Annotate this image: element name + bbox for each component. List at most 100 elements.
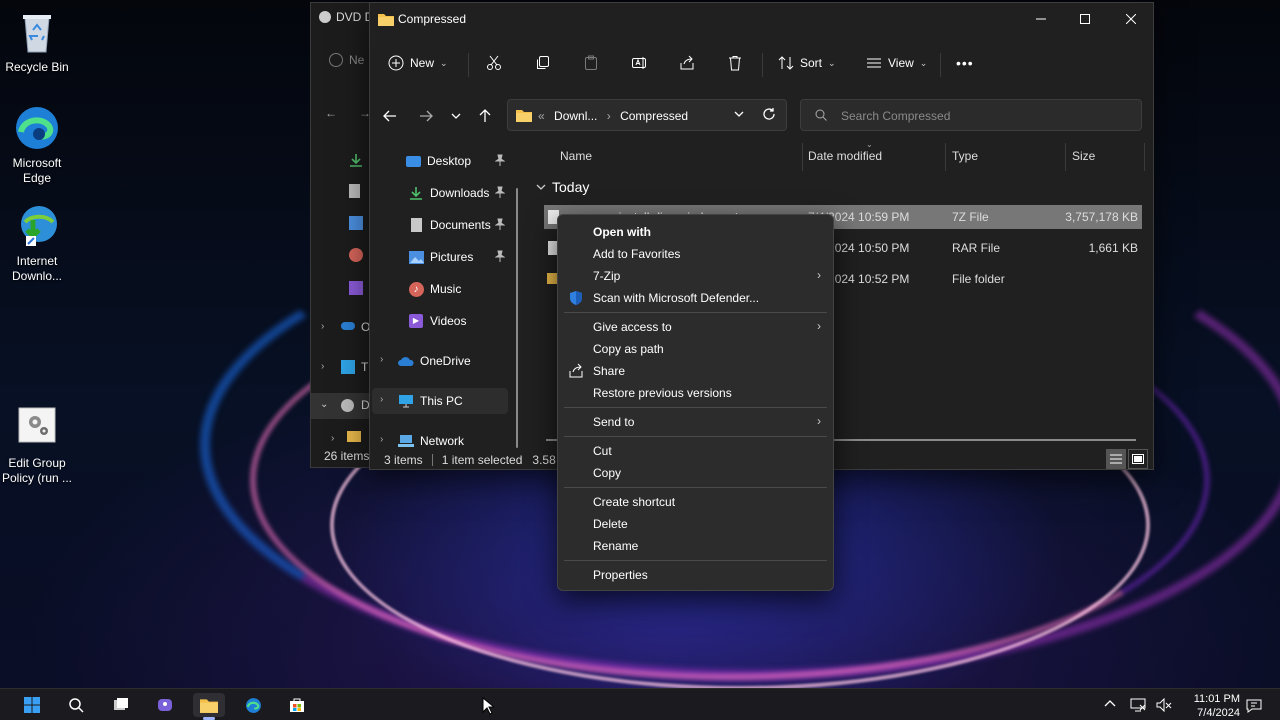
menu-item-properties[interactable]: Properties bbox=[558, 564, 833, 586]
maximize-button[interactable] bbox=[1062, 3, 1108, 35]
desktop-icon-internet-download-manager[interactable]: Internet Downlo... bbox=[0, 202, 74, 284]
up-button[interactable] bbox=[473, 105, 497, 127]
file-explorer-taskbar-button[interactable] bbox=[193, 693, 225, 720]
search-box[interactable]: Search Compressed bbox=[800, 99, 1142, 131]
forward-button[interactable] bbox=[414, 105, 438, 127]
details-view-button[interactable] bbox=[1106, 449, 1126, 469]
edge-taskbar-button[interactable] bbox=[237, 693, 269, 717]
arrow-left-icon bbox=[383, 110, 396, 122]
nav-item-desktop[interactable]: Desktop bbox=[405, 148, 515, 174]
menu-item-scan-defender[interactable]: Scan with Microsoft Defender... bbox=[558, 287, 833, 309]
share-button[interactable] bbox=[679, 51, 695, 75]
store-taskbar-button[interactable] bbox=[281, 693, 313, 717]
menu-item-cut[interactable]: Cut bbox=[558, 440, 833, 462]
background-explorer-window[interactable]: DVD D Ne ← → › O › T ⌄ D › 26 items bbox=[310, 2, 373, 468]
column-header-size[interactable]: Size bbox=[1072, 149, 1095, 163]
minimize-button[interactable] bbox=[1018, 3, 1064, 35]
search-button[interactable] bbox=[60, 693, 92, 717]
window-title: Compressed bbox=[398, 12, 467, 26]
chevron-right-icon: › bbox=[817, 319, 821, 333]
back-button[interactable] bbox=[378, 105, 402, 127]
notifications-icon[interactable] bbox=[1246, 698, 1262, 713]
chevron-right-icon[interactable]: › bbox=[380, 434, 383, 445]
desktop-icon-recycle-bin[interactable]: Recycle Bin bbox=[0, 8, 74, 75]
menu-item-rename[interactable]: Rename bbox=[558, 535, 833, 557]
nav-item-downloads[interactable]: Downloads bbox=[408, 180, 515, 206]
chevron-right-icon[interactable]: › bbox=[331, 433, 334, 444]
refresh-button[interactable] bbox=[762, 107, 776, 124]
nav-item-pictures[interactable]: Pictures bbox=[408, 244, 515, 270]
system-clock[interactable]: 11:01 PM 7/4/2024 bbox=[1180, 692, 1240, 720]
menu-item-restore-versions[interactable]: Restore previous versions bbox=[558, 382, 833, 404]
chevron-right-icon[interactable]: › bbox=[321, 361, 324, 372]
task-view-button[interactable] bbox=[105, 693, 137, 717]
group-header-today[interactable]: Today bbox=[536, 179, 589, 195]
nav-item-network[interactable]: Network bbox=[398, 428, 515, 454]
tiles-view-icon bbox=[1132, 454, 1144, 464]
pictures-icon bbox=[408, 249, 424, 265]
view-button[interactable]: View ⌄ bbox=[866, 51, 927, 75]
column-header-date[interactable]: Date modified bbox=[808, 149, 882, 163]
column-divider[interactable] bbox=[1144, 143, 1145, 171]
close-button[interactable] bbox=[1108, 3, 1154, 35]
menu-item-delete[interactable]: Delete bbox=[558, 513, 833, 535]
new-button[interactable]: New ⌄ bbox=[388, 51, 448, 75]
chevron-right-icon[interactable]: › bbox=[321, 321, 324, 332]
tiles-view-button[interactable] bbox=[1128, 449, 1148, 469]
menu-item-label: Add to Favorites bbox=[593, 247, 681, 261]
menu-item-give-access[interactable]: Give access to › bbox=[558, 316, 833, 338]
nav-item-videos[interactable]: ▶ Videos bbox=[408, 308, 515, 334]
start-button[interactable] bbox=[16, 693, 48, 717]
menu-item-create-shortcut[interactable]: Create shortcut bbox=[558, 491, 833, 513]
background-new-button[interactable]: Ne bbox=[329, 53, 364, 67]
chevron-down-icon: ⌄ bbox=[320, 399, 329, 410]
dvd-drive-icon bbox=[341, 399, 354, 412]
more-options-button[interactable]: ••• bbox=[956, 51, 974, 75]
breadcrumb-overflow[interactable]: « bbox=[538, 109, 545, 123]
menu-item-add-to-favorites[interactable]: Add to Favorites bbox=[558, 243, 833, 265]
column-header-name[interactable]: Name bbox=[560, 149, 592, 163]
background-back-icon[interactable]: ← bbox=[325, 106, 337, 120]
chat-button[interactable] bbox=[149, 693, 181, 717]
rename-button[interactable] bbox=[631, 51, 647, 75]
menu-item-7zip[interactable]: 7-Zip › bbox=[558, 265, 833, 287]
menu-item-label: Delete bbox=[593, 517, 628, 531]
volume-muted-icon[interactable] bbox=[1156, 698, 1172, 712]
sort-button[interactable]: Sort ⌄ bbox=[778, 51, 836, 75]
background-nav-selected[interactable]: ⌄ D bbox=[311, 393, 373, 419]
this-pc-icon bbox=[398, 393, 414, 409]
nav-item-onedrive[interactable]: OneDrive bbox=[398, 348, 515, 374]
nav-item-label: This PC bbox=[420, 394, 463, 408]
cut-button[interactable] bbox=[486, 51, 502, 75]
column-header-type[interactable]: Type bbox=[952, 149, 978, 163]
chevron-down-icon: ⌄ bbox=[919, 57, 928, 68]
delete-button[interactable] bbox=[727, 51, 743, 75]
breadcrumb-current[interactable]: Compressed bbox=[620, 109, 688, 123]
menu-item-share[interactable]: Share bbox=[558, 360, 833, 382]
column-divider[interactable] bbox=[1065, 143, 1066, 171]
menu-item-copy[interactable]: Copy bbox=[558, 462, 833, 484]
internet-download-manager-icon bbox=[13, 202, 61, 250]
menu-item-copy-as-path[interactable]: Copy as path bbox=[558, 338, 833, 360]
chevron-up-icon[interactable] bbox=[1104, 699, 1116, 707]
recent-locations-button[interactable] bbox=[444, 105, 468, 127]
column-divider[interactable] bbox=[802, 143, 803, 171]
copy-button[interactable] bbox=[535, 51, 551, 75]
menu-separator bbox=[564, 436, 827, 437]
chevron-right-icon[interactable]: › bbox=[380, 354, 383, 365]
breadcrumb-parent[interactable]: Downl... bbox=[554, 109, 597, 123]
desktop-icon-edge[interactable]: Microsoft Edge bbox=[0, 104, 74, 186]
nav-item-music[interactable]: ♪ Music bbox=[408, 276, 515, 302]
navigation-pane-scrollbar[interactable] bbox=[516, 188, 518, 448]
desktop-icon-group-policy[interactable]: Edit Group Policy (run ... bbox=[0, 404, 74, 486]
address-bar[interactable]: « Downl... › Compressed bbox=[507, 99, 787, 131]
network-status-icon[interactable] bbox=[1130, 698, 1146, 712]
menu-item-open-with[interactable]: Open with bbox=[558, 221, 833, 243]
title-bar[interactable]: Compressed bbox=[370, 3, 1153, 35]
nav-item-documents[interactable]: Documents bbox=[408, 212, 515, 238]
address-dropdown-button[interactable] bbox=[733, 108, 745, 123]
menu-item-send-to[interactable]: Send to › bbox=[558, 411, 833, 433]
nav-item-this-pc[interactable]: › This PC bbox=[372, 388, 508, 414]
paste-button[interactable] bbox=[583, 51, 599, 75]
column-divider[interactable] bbox=[945, 143, 946, 171]
